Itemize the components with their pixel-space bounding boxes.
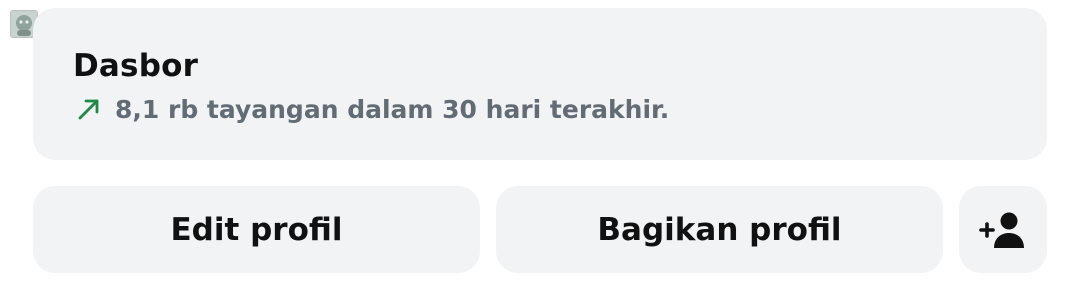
- profile-actions-panel: Dasbor 8,1 rb tayangan dalam 30 hari ter…: [0, 0, 1080, 284]
- dashboard-title: Dasbor: [73, 48, 199, 84]
- dashboard-card[interactable]: Dasbor 8,1 rb tayangan dalam 30 hari ter…: [33, 8, 1047, 160]
- edit-profile-button[interactable]: Edit profil: [33, 186, 480, 273]
- dashboard-stats: 8,1 rb tayangan dalam 30 hari terakhir.: [75, 92, 669, 126]
- trending-up-arrow-icon: [78, 99, 99, 120]
- share-profile-button[interactable]: Bagikan profil: [496, 186, 943, 273]
- add-person-icon: [979, 212, 1024, 248]
- edit-profile-label: Edit profil: [170, 211, 343, 248]
- add-friend-button[interactable]: [959, 186, 1047, 273]
- share-profile-label: Bagikan profil: [597, 211, 842, 248]
- views-stat-text: 8,1 rb tayangan dalam 30 hari terakhir.: [115, 94, 670, 124]
